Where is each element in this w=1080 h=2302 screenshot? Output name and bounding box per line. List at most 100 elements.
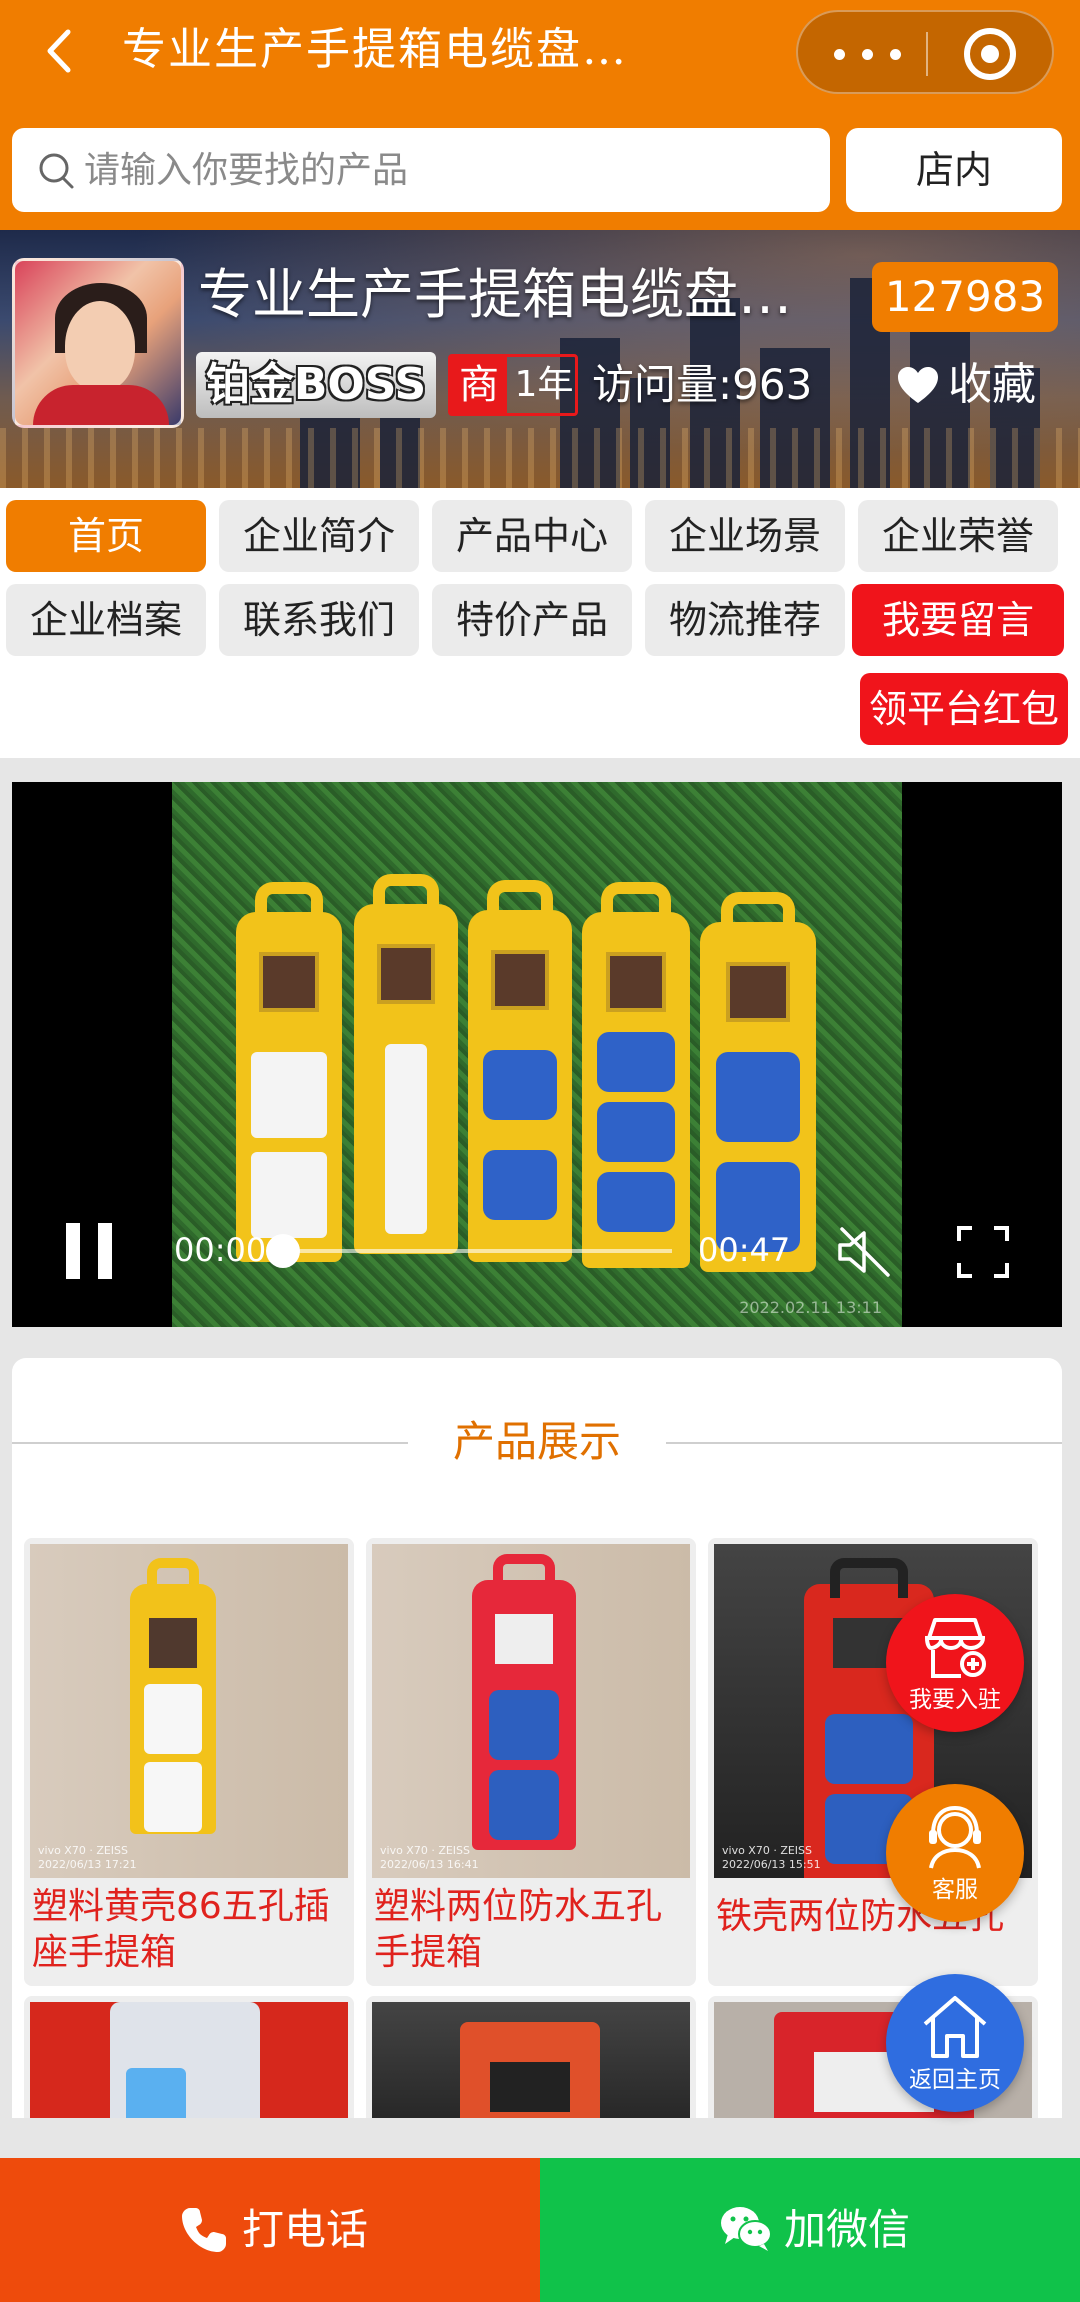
menu-item-logistics[interactable]: 物流推荐: [645, 584, 845, 656]
menu-item-message[interactable]: 我要留言: [852, 584, 1064, 656]
box-handle: [486, 880, 554, 926]
nav-title: 专业生产手提箱电缆盘…: [122, 24, 628, 75]
box-panel: [259, 952, 319, 1012]
progress-knob[interactable]: [266, 1234, 300, 1268]
box-socket: [597, 1102, 675, 1162]
store-menu: 首页 企业简介 产品中心 企业场景 企业荣誉 企业档案 联系我们 特价产品 物流…: [0, 488, 1080, 758]
product-card[interactable]: [366, 1996, 696, 2118]
home-button[interactable]: 返回主页: [886, 1974, 1024, 2112]
product-socket: [488, 1770, 560, 1840]
service-label: 客服: [932, 1877, 978, 1903]
box-socket: [597, 1032, 675, 1092]
product-card[interactable]: vivo X70 · ZEISS 2022/06/13 17:21 塑料黄壳86…: [24, 1538, 354, 1986]
wechat-button[interactable]: 加微信: [540, 2158, 1080, 2302]
heart-icon: [898, 367, 938, 403]
menu-item-honors[interactable]: 企业荣誉: [858, 500, 1058, 572]
box-socket: [482, 1050, 558, 1120]
red-packet-button[interactable]: 领平台红包: [860, 673, 1068, 745]
box-panel: [376, 944, 436, 1004]
product-handle: [492, 1554, 556, 1594]
home-icon: [923, 1996, 987, 2058]
merchant-badge: 商 1年: [448, 354, 578, 416]
product-photo: [372, 2002, 690, 2118]
box-handle: [372, 874, 440, 920]
product-card[interactable]: [24, 1996, 354, 2118]
close-mini-program-icon[interactable]: [964, 28, 1016, 80]
product-box: [130, 1558, 216, 1834]
banner-city-lights: [0, 428, 1080, 488]
video-controls: 00:00 00:47: [12, 1187, 1062, 1327]
store-name: 专业生产手提箱电缆盘…: [198, 263, 792, 326]
phone-icon: [182, 2208, 226, 2252]
search-input[interactable]: [84, 138, 804, 202]
favorite-button[interactable]: 收藏: [896, 352, 1070, 418]
mini-program-capsule: [796, 10, 1054, 94]
fullscreen-icon[interactable]: [956, 1225, 1010, 1279]
menu-item-profile[interactable]: 企业简介: [219, 500, 419, 572]
product-socket: [488, 1690, 560, 1760]
box-socket: [716, 1052, 800, 1142]
product-panel: [490, 2062, 570, 2112]
menu-item-contact[interactable]: 联系我们: [219, 584, 419, 656]
visit-count: 访问量:963: [592, 360, 813, 409]
product-name: 塑料两位防水五孔手提箱: [374, 1886, 663, 1973]
merchant-years: 1年: [514, 364, 574, 405]
store-page: 专业生产手提箱电缆盘… 店内: [0, 0, 1080, 2302]
section-divider-right: [666, 1442, 1062, 1444]
avatar-face: [65, 301, 135, 391]
call-button[interactable]: 打电话: [0, 2158, 540, 2302]
box-handle: [720, 892, 796, 938]
product-panel: [148, 1618, 198, 1668]
search-scope-button[interactable]: 店内: [846, 128, 1062, 212]
menu-item-products[interactable]: 产品中心: [432, 500, 632, 572]
customer-service-button[interactable]: 客服: [886, 1784, 1024, 1922]
menu-item-scenes[interactable]: 企业场景: [645, 500, 845, 572]
product-socket: [824, 1714, 914, 1784]
back-icon[interactable]: [36, 26, 86, 76]
bottom-bar: 打电话 加微信: [0, 2158, 1080, 2302]
store-id-badge: 127983: [872, 262, 1058, 332]
product-panel: [494, 1614, 554, 1664]
product-name: 塑料黄壳86五孔插座手提箱: [32, 1886, 330, 1973]
product-card[interactable]: vivo X70 · ZEISS 2022/06/13 16:41 塑料两位防水…: [366, 1538, 696, 1986]
more-icon[interactable]: [828, 30, 908, 78]
home-label: 返回主页: [909, 2067, 1001, 2093]
product-socket: [143, 1684, 203, 1754]
current-time: 00:00: [174, 1231, 267, 1269]
video-progress-bar[interactable]: [266, 1234, 672, 1268]
pause-icon[interactable]: [66, 1223, 112, 1279]
duration: 00:47: [698, 1231, 791, 1269]
product-handle: [147, 1558, 199, 1598]
search-box: [12, 128, 830, 212]
product-socket: [126, 2068, 186, 2118]
call-label: 打电话: [242, 2205, 369, 2254]
nav-bar: 专业生产手提箱电缆盘…: [0, 0, 1080, 110]
box-handle: [255, 882, 323, 928]
product-photo: vivo X70 · ZEISS 2022/06/13 17:21: [30, 1544, 348, 1878]
storefront-icon: [924, 1618, 986, 1678]
headset-icon: [929, 1805, 981, 1869]
search-icon: [38, 152, 76, 190]
header: 专业生产手提箱电缆盘… 店内: [0, 0, 1080, 230]
wechat-icon: [721, 2207, 772, 2251]
video-player[interactable]: 2022.02.11 13:11 00:00 00:47: [12, 782, 1062, 1327]
photo-mark: vivo X70 · ZEISS 2022/06/13 17:21: [38, 1844, 137, 1871]
store-avatar[interactable]: [12, 258, 184, 428]
merchant-icon: 商: [451, 357, 507, 413]
mute-icon[interactable]: [834, 1223, 892, 1281]
join-button[interactable]: 我要入驻: [886, 1594, 1024, 1732]
product-box: [472, 1554, 576, 1850]
photo-mark: vivo X70 · ZEISS 2022/06/13 15:51: [722, 1844, 821, 1871]
product-socket: [143, 1762, 203, 1832]
product-photo: vivo X70 · ZEISS 2022/06/13 16:41: [372, 1544, 690, 1878]
level-badge: 铂金BOSS: [196, 352, 436, 418]
menu-item-home[interactable]: 首页: [6, 500, 206, 572]
menu-item-specials[interactable]: 特价产品: [432, 584, 632, 656]
menu-item-archive[interactable]: 企业档案: [6, 584, 206, 656]
join-label: 我要入驻: [909, 1687, 1001, 1713]
capsule-divider: [926, 32, 928, 76]
product-handle: [830, 1558, 908, 1598]
box-panel: [725, 962, 791, 1022]
box-panel: [605, 952, 667, 1012]
photo-mark: vivo X70 · ZEISS 2022/06/13 16:41: [380, 1844, 479, 1871]
